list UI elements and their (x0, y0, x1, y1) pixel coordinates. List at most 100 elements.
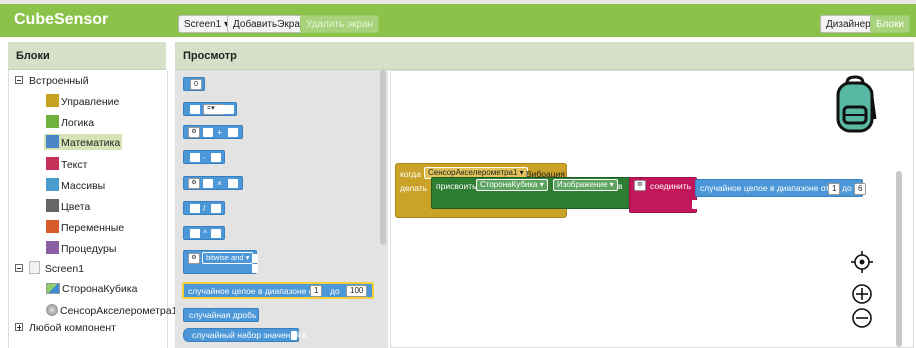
control-color-icon (46, 94, 59, 107)
set-property-dropdown[interactable]: Изображение ▾ (553, 179, 618, 191)
logic-color-icon (46, 115, 59, 128)
blocks-workspace[interactable]: когда СенсорАкселерометра1 ▾ Вибрация де… (390, 70, 914, 348)
screen-dropdown-label: Screen1 (184, 19, 222, 30)
gear-icon[interactable]: ⚙ (634, 180, 646, 191)
input-slot (228, 128, 238, 137)
screen-icon (29, 261, 40, 274)
join-label: соединить (650, 181, 692, 191)
math-multiply-block[interactable]: ⚙ × (183, 176, 243, 190)
category-lists[interactable]: Массивы (46, 178, 105, 192)
zoom-out-icon[interactable] (851, 307, 873, 329)
input-slot (203, 179, 213, 188)
blocks-tree: Встроенный Управление Логика Математика … (8, 70, 177, 348)
math-subtract-block[interactable]: - (183, 150, 225, 164)
block-drawer: 0 =▾ ⚙ + - ⚙ × / ^ ⚙ bitwise and ▾ случа… (175, 70, 388, 348)
input-slot (190, 105, 200, 114)
trash-backpack-icon[interactable] (831, 75, 879, 135)
recenter-icon[interactable] (851, 251, 873, 273)
power-label: ^ (203, 228, 207, 238)
math-color-icon (46, 135, 59, 148)
blocks-button[interactable]: Блоки (870, 15, 910, 33)
math-power-block[interactable]: ^ (183, 226, 225, 240)
math-random-fraction-block[interactable]: случайная дробь (183, 308, 259, 322)
event-do-label: делать (400, 183, 428, 193)
add-screen-button[interactable]: ДобавитьЭкран (227, 15, 312, 33)
collapse-icon[interactable] (15, 264, 23, 272)
category-text[interactable]: Текст (46, 157, 87, 171)
random-fraction-label: случайная дробь (189, 310, 257, 320)
random-int-block[interactable]: случайное целое в диапазоне от 1 до 6 (695, 179, 867, 197)
operator-dropdown[interactable]: =▾ (203, 104, 225, 115)
minus-label: - (203, 152, 206, 162)
workspace-scrollbar[interactable] (896, 171, 902, 347)
category-label: Переменные (61, 222, 125, 234)
set-property-block[interactable]: присвоить СторонаКубика ▾ Изображение ▾ … (431, 177, 637, 209)
category-colors[interactable]: Цвета (46, 199, 90, 213)
input-slot (211, 204, 221, 213)
expand-icon[interactable] (15, 323, 23, 331)
category-variables[interactable]: Переменные (46, 220, 124, 234)
random-from-value[interactable]: 1 (828, 183, 841, 195)
random-to-label: до (842, 183, 852, 193)
top-toolbar: CubeSensor Screen1 ▾ ДобавитьЭкран Удали… (0, 0, 916, 37)
gear-icon[interactable]: ⚙ (188, 178, 200, 189)
collapse-icon[interactable] (15, 76, 23, 84)
category-procedures[interactable]: Процедуры (46, 241, 116, 255)
remove-screen-button[interactable]: Удалить экран (300, 15, 380, 33)
math-compare-block[interactable]: =▾ (183, 102, 237, 116)
join-block[interactable]: ⚙ соединить (629, 177, 698, 213)
category-label: Логика (61, 117, 95, 129)
math-random-int-block[interactable]: случайное целое в диапазоне от 1 до 100 (182, 282, 374, 299)
zoom-in-icon[interactable] (851, 283, 873, 305)
divide-label: / (203, 203, 206, 213)
random-int-label: случайное целое в диапазоне от (188, 286, 318, 296)
category-label: Цвета (61, 201, 91, 213)
gear-icon[interactable]: ⚙ (188, 127, 200, 138)
input-slot (203, 128, 213, 137)
tree-builtin[interactable]: Встроенный (15, 75, 89, 87)
random-to-label: до (330, 286, 340, 296)
input-slot (190, 153, 200, 162)
designer-button[interactable]: Дизайнер (820, 15, 877, 33)
drawer-scrollbar[interactable] (380, 70, 386, 245)
set-to-label: в (618, 181, 623, 191)
tree-component-image[interactable]: СторонаКубика (46, 283, 137, 295)
number-value: 0 (190, 79, 202, 90)
set-component-dropdown[interactable]: СторонаКубика ▾ (476, 179, 548, 191)
math-bitwise-block[interactable]: ⚙ bitwise and ▾ (183, 250, 258, 274)
tree-builtin-label: Встроенный (29, 75, 89, 87)
procedures-color-icon (46, 241, 59, 254)
input-slot (211, 229, 221, 238)
viewer-header: Просмотр (175, 42, 914, 70)
input-slot (252, 254, 258, 263)
set-label: присвоить (436, 181, 477, 191)
category-label: Массивы (61, 180, 106, 192)
bitwise-dropdown[interactable]: bitwise and ▾ (202, 252, 254, 264)
lists-color-icon (46, 178, 59, 191)
math-number-block[interactable]: 0 (183, 77, 205, 91)
tree-any-component-label: Любой компонент (29, 322, 116, 334)
event-component-label: СенсорАкселерометра1 (428, 168, 518, 177)
random-to-value[interactable]: 100 (346, 285, 368, 297)
category-logic[interactable]: Логика (46, 115, 94, 129)
plus-label: + (217, 127, 222, 137)
category-math[interactable]: Математика (44, 134, 123, 150)
tree-screen1[interactable]: Screen1 (15, 261, 84, 275)
math-divide-block[interactable]: / (183, 201, 225, 215)
category-control[interactable]: Управление (46, 94, 119, 108)
variables-color-icon (46, 220, 59, 233)
set-property-label: Изображение (557, 180, 608, 189)
input-slot (692, 200, 698, 209)
app-title: CubeSensor (14, 11, 109, 28)
multiply-label: × (217, 178, 222, 188)
gear-icon[interactable]: ⚙ (188, 253, 200, 264)
set-component-label: СторонаКубика (480, 180, 538, 189)
math-random-seed-block[interactable]: случайный набор значений в (183, 328, 307, 342)
random-seed-label: случайный набор значений в (192, 330, 307, 340)
random-to-value[interactable]: 6 (854, 183, 867, 195)
tree-any-component[interactable]: Любой компонент (15, 322, 116, 334)
random-from-value[interactable]: 1 (310, 285, 323, 297)
tree-component-sensor[interactable]: СенсорАкселерометра1 (46, 304, 177, 317)
blocks-panel-header: Блоки (8, 42, 166, 70)
math-add-block[interactable]: ⚙ + (183, 125, 243, 139)
